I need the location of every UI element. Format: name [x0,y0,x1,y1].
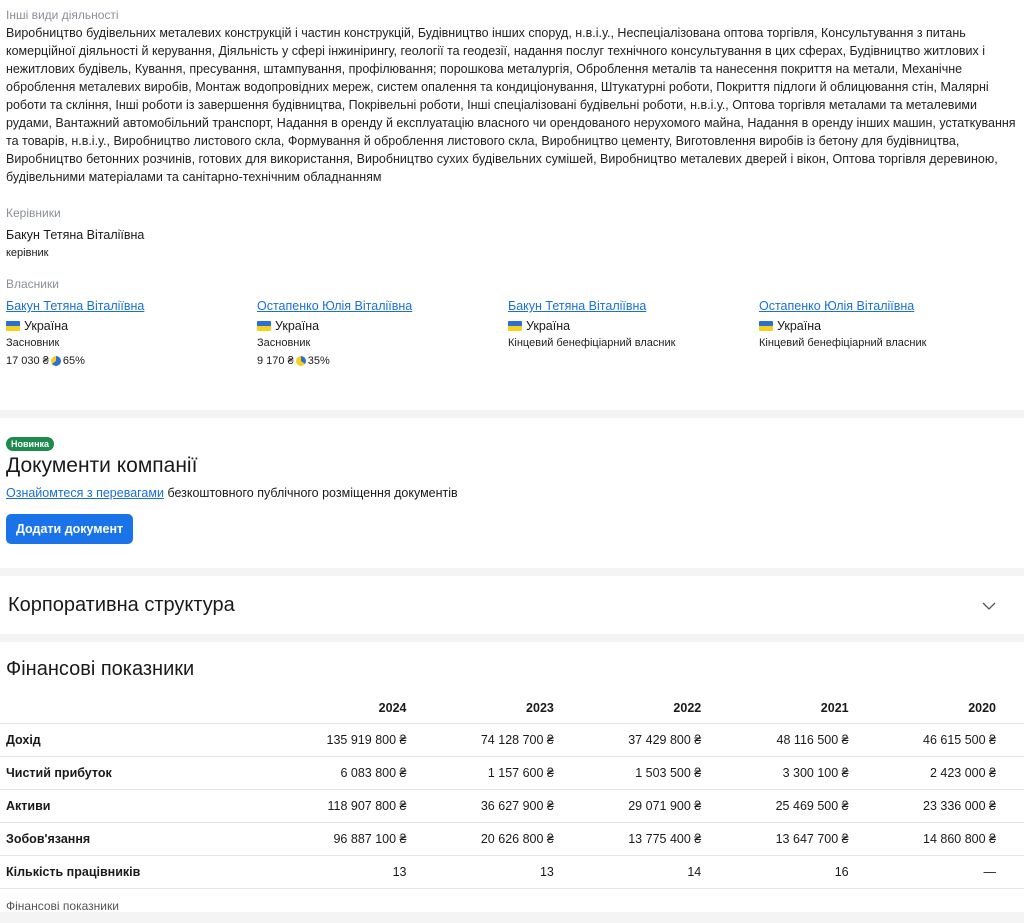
flag-ukraine-icon [257,321,271,331]
table-cell: 74 128 700 ₴ [406,723,554,757]
manager-role: керівник [6,247,49,259]
table-cell: — [848,855,1024,889]
activities-label: Інші види діяльності [6,8,119,22]
owner-role: Засновник [257,337,311,349]
table-row: Активи 118 907 800 ₴ 36 627 900 ₴ 29 071… [0,789,1024,823]
table-header-row: 2024 2023 2022 2021 2020 [0,693,1024,724]
country-label: Україна [777,319,822,333]
year-header: 2020 [848,693,1024,724]
owner-share: 17 030 ₴ 65% [6,355,257,367]
table-cell: 13 775 400 ₴ [553,822,702,856]
row-label: Зобов'язання [0,822,260,856]
table-row: Зобов'язання 96 887 100 ₴ 20 626 800 ₴ 1… [0,822,1024,856]
managers-label: Керівники [6,206,61,220]
flag-ukraine-icon [6,321,20,331]
table-cell: 23 336 000 ₴ [848,789,1024,823]
owner-share: 9 170 ₴ 35% [257,355,508,367]
share-amount: 17 030 ₴ [6,355,49,367]
table-cell: 96 887 100 ₴ [259,822,407,856]
year-header: 2023 [406,693,554,724]
row-label: Чистий прибуток [0,756,260,790]
table-row: Дохід 135 919 800 ₴ 74 128 700 ₴ 37 429 … [0,723,1024,757]
table-cell: 1 157 600 ₴ [406,756,554,790]
table-cell: 3 300 100 ₴ [701,756,849,790]
share-percent: 35% [307,355,330,367]
share-pie-icon [295,356,306,366]
owner-item: Бакун Тетяна Віталіївна Україна Кінцевий… [508,299,759,367]
share-percent: 65% [62,355,85,367]
owner-item: Остапенко Юлія Віталіївна Україна Заснов… [257,299,508,367]
owner-name-link[interactable]: Бакун Тетяна Віталіївна [508,299,646,313]
table-cell: 6 083 800 ₴ [259,756,407,790]
owner-item: Бакун Тетяна Віталіївна Україна Засновни… [6,299,257,367]
corporate-structure-card[interactable]: Корпоративна структура [0,576,1024,634]
activities-text: Виробництво будівельних металевих констр… [6,26,1016,184]
country-label: Україна [526,319,571,333]
header-empty [0,693,260,724]
company-info-card: Інші види діяльності Виробництво будівел… [0,0,1024,410]
table-cell: 1 503 500 ₴ [553,756,702,790]
owner-role: Кінцевий бенефіціарний власник [508,337,676,349]
financials-card: Фінансові показники 2024 2023 2022 2021 … [0,642,1024,913]
table-cell: 135 919 800 ₴ [259,723,407,757]
documents-description: Ознайомтеся з перевагами безкоштовного п… [6,486,1018,500]
financials-footer: Фінансові показники [6,899,119,913]
country-label: Україна [24,319,69,333]
owner-name-link[interactable]: Остапенко Юлія Віталіївна [759,299,914,313]
table-cell: 2 423 000 ₴ [848,756,1024,790]
corporate-structure-title: Корпоративна структура [8,593,235,616]
flag-ukraine-icon [759,321,773,331]
year-header: 2024 [259,693,407,724]
owner-name-link[interactable]: Бакун Тетяна Віталіївна [6,299,144,313]
table-cell: 14 860 800 ₴ [848,822,1024,856]
add-document-button[interactable]: Додати документ [6,514,134,544]
owners-label: Власники [6,277,59,291]
table-cell: 37 429 800 ₴ [553,723,702,757]
owner-role: Засновник [6,337,60,349]
chevron-down-icon[interactable] [982,597,996,613]
owners-list: Бакун Тетяна Віталіївна Україна Засновни… [6,299,1018,367]
financials-table: 2024 2023 2022 2021 2020 Дохід 135 919 8… [0,693,1024,889]
owner-country: Україна [6,319,257,333]
year-header: 2021 [701,693,849,724]
owner-country: Україна [508,319,759,333]
benefits-link[interactable]: Ознайомтеся з перевагами [6,486,164,500]
table-cell: 29 071 900 ₴ [553,789,702,823]
country-label: Україна [275,319,320,333]
owner-item: Остапенко Юлія Віталіївна Україна Кінцев… [759,299,1010,367]
share-amount: 9 170 ₴ [257,355,294,367]
row-label: Активи [0,789,260,823]
table-cell: 36 627 900 ₴ [406,789,554,823]
row-label: Кількість працівників [0,855,260,889]
row-label: Дохід [0,723,260,757]
table-cell: 25 469 500 ₴ [701,789,849,823]
owner-country: Україна [759,319,1010,333]
table-cell: 14 [553,855,702,889]
owner-country: Україна [257,319,508,333]
table-cell: 16 [701,855,849,889]
table-cell: 13 [259,855,407,889]
table-row: Кількість працівників 13 13 14 16 — [0,855,1024,889]
documents-description-text: безкоштовного публічного розміщення доку… [163,486,458,500]
owner-role: Кінцевий бенефіціарний власник [759,337,927,349]
new-badge: Новинка [6,437,55,451]
table-row: Чистий прибуток 6 083 800 ₴ 1 157 600 ₴ … [0,756,1024,790]
documents-card: Новинка Документи компанії Ознайомтеся з… [0,418,1024,568]
year-header: 2022 [553,693,702,724]
table-cell: 46 615 500 ₴ [848,723,1024,757]
documents-title: Документи компанії [6,454,198,477]
table-cell: 48 116 500 ₴ [701,723,849,757]
table-cell: 13 647 700 ₴ [701,822,849,856]
owner-name-link[interactable]: Остапенко Юлія Віталіївна [257,299,412,313]
manager-name: Бакун Тетяна Віталіївна [6,228,145,242]
flag-ukraine-icon [508,321,522,331]
financials-title: Фінансові показники [6,658,195,680]
table-cell: 13 [406,855,554,889]
table-cell: 118 907 800 ₴ [259,789,407,823]
share-pie-icon [50,356,61,366]
table-cell: 20 626 800 ₴ [406,822,554,856]
